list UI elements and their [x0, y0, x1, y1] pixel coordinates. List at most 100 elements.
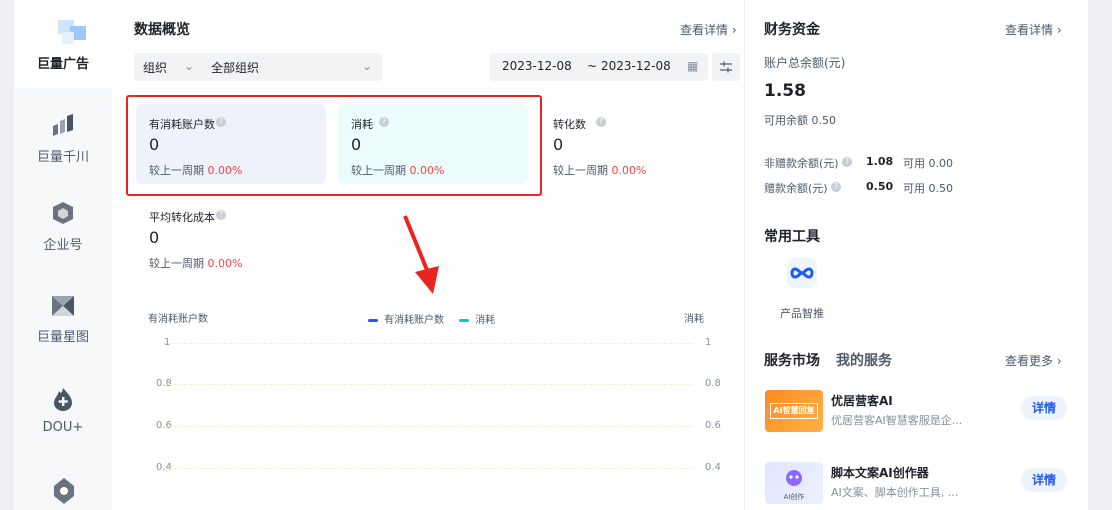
sidebar: 巨量广告 巨量千川 企业号 巨量星图 DOU+	[14, 0, 112, 510]
sidebar-item-label: 巨量星图	[36, 330, 89, 345]
finance-panel: 财务资金 查看详情 › 账户总余额(元) 1.58 可用余额 0.50 非赠款余…	[744, 0, 1088, 510]
metric-compare: 较上一周期 0.00%	[149, 257, 243, 270]
service-card[interactable]: AI创作 脚本文案AI创作器 AI文案、脚本创作工具, ... 详情	[765, 462, 1075, 510]
metric-change: 0.00%	[207, 257, 243, 270]
gridline	[164, 468, 692, 469]
metric-change: 0.00%	[611, 164, 647, 177]
more-link-label: 查看更多	[1005, 354, 1054, 368]
service-thumbnail: AI智慧回复	[765, 390, 823, 432]
metric-value: 0	[149, 228, 160, 247]
finance-details-link[interactable]: 查看详情 ›	[1005, 21, 1062, 38]
metric-card-conversions[interactable]: 转化数 ? 0 较上一周期 0.00%	[540, 104, 730, 184]
star-map-icon	[52, 296, 74, 316]
metric-label: 转化数	[553, 118, 586, 131]
sidebar-item-douplus[interactable]: DOU+	[14, 386, 112, 464]
location-icon	[54, 478, 74, 504]
tab-service-market[interactable]: 服务市场	[764, 350, 820, 370]
tab-my-services[interactable]: 我的服务	[836, 350, 892, 370]
data-overview-panel: 数据概览 查看详情 › 组织 ⌄ 全部组织 ⌄ 2023-12-08 ~ 202…	[112, 0, 744, 510]
nongift-balance-label: 非赠款余额(元)	[764, 157, 839, 170]
service-desc: AI文案、脚本创作工具, ...	[831, 486, 959, 499]
sidebar-item-qianchuan[interactable]: 巨量千川	[14, 112, 112, 190]
date-end: 2023-12-08	[601, 59, 671, 73]
thumbnail-text: AI智慧回复	[770, 403, 818, 419]
market-more-link[interactable]: 查看更多 ›	[1005, 352, 1062, 369]
hexagon-icon	[53, 202, 73, 224]
details-link-label: 查看详情	[1005, 23, 1054, 37]
gridline	[164, 384, 692, 385]
help-icon[interactable]: ?	[831, 182, 841, 192]
service-card[interactable]: AI智慧回复 优居营客AI 优居营客AI智慧客服是企... 详情	[765, 390, 1075, 440]
date-start: 2023-12-08	[502, 59, 572, 73]
service-details-button[interactable]: 详情	[1021, 468, 1067, 492]
help-icon[interactable]: ?	[216, 210, 226, 220]
service-thumbnail: AI创作	[765, 462, 823, 504]
tool-label: 产品智推	[780, 307, 824, 320]
chevron-right-icon: ›	[1056, 23, 1062, 37]
sidebar-item-label: 企业号	[43, 238, 83, 253]
total-balance-value: 1.58	[764, 81, 806, 101]
available-balance: 可用余额 0.50	[764, 114, 836, 127]
sidebar-item-enterprise[interactable]: 企业号	[14, 200, 112, 278]
chart-right-axis-title: 消耗	[684, 314, 704, 325]
nongift-balance-value: 1.08	[866, 155, 894, 168]
filter-settings-button[interactable]	[712, 53, 740, 81]
metric-card-avg-conversion-cost[interactable]: 平均转化成本 ? 0 较上一周期 0.00%	[136, 197, 326, 277]
chevron-down-icon: ⌄	[362, 59, 373, 73]
help-icon[interactable]: ?	[596, 117, 606, 127]
infinity-icon	[790, 267, 814, 279]
date-range-picker[interactable]: 2023-12-08 ~ 2023-12-08 ▦	[490, 53, 708, 81]
sliders-icon	[720, 61, 732, 73]
brand-item[interactable]: 巨量广告	[14, 0, 112, 88]
y-tick-right: 0.4	[705, 462, 721, 473]
flame-plus-icon	[54, 388, 72, 411]
sidebar-item-xingtu[interactable]: 巨量星图	[14, 292, 112, 370]
legend-item-spend[interactable]: 消耗	[459, 315, 495, 326]
chart-left-axis-title: 有消耗账户数	[148, 314, 208, 325]
gridline	[164, 343, 692, 344]
help-icon[interactable]: ?	[842, 157, 852, 167]
y-tick-right: 0.6	[705, 420, 721, 431]
service-name: 脚本文案AI创作器	[831, 466, 929, 480]
y-tick-right: 1	[705, 337, 712, 348]
overview-details-link[interactable]: 查看详情 ›	[680, 21, 737, 38]
date-separator: ~	[587, 59, 598, 73]
org-label: 组织	[143, 61, 168, 75]
bar-chart-icon	[53, 114, 73, 136]
metric-label: 平均转化成本	[149, 211, 215, 224]
legend-swatch	[459, 318, 470, 322]
sidebar-item-label: DOU+	[42, 420, 84, 435]
brand-label: 巨量广告	[36, 57, 89, 72]
metric-compare: 较上一周期 0.00%	[553, 164, 647, 177]
sparkle-robot-icon	[786, 470, 802, 486]
thumbnail-text: AI创作	[783, 493, 805, 501]
finance-title: 财务资金	[764, 22, 820, 38]
org-value: 全部组织	[211, 61, 260, 75]
sidebar-item-label: 巨量千川	[36, 150, 89, 165]
service-name: 优居营客AI	[831, 394, 893, 408]
chevron-right-icon: ›	[731, 23, 737, 37]
brand-logo-icon	[58, 20, 88, 46]
y-tick-right: 0.8	[705, 378, 721, 389]
org-select[interactable]: 组织 ⌄ 全部组织 ⌄	[134, 53, 382, 81]
legend-item-accounts[interactable]: 有消耗账户数	[368, 315, 444, 326]
calendar-icon: ▦	[687, 59, 699, 73]
annotation-arrow-icon	[403, 215, 439, 294]
gift-available: 可用 0.50	[903, 182, 953, 195]
service-details-button[interactable]: 详情	[1021, 396, 1067, 420]
nongift-available: 可用 0.00	[903, 157, 953, 170]
chevron-right-icon: ›	[1056, 354, 1062, 368]
legend-swatch	[368, 318, 378, 322]
total-balance-label: 账户总余额(元)	[764, 56, 846, 70]
annotation-highlight-box	[126, 95, 542, 196]
details-link-label: 查看详情	[680, 23, 729, 37]
gridline	[164, 426, 692, 427]
chevron-down-icon: ⌄	[184, 59, 195, 73]
chart-legend: 有消耗账户数 消耗	[368, 311, 495, 326]
overview-title: 数据概览	[134, 22, 190, 38]
gift-balance-value: 0.50	[866, 180, 894, 193]
gift-balance-label: 赠款余额(元)	[764, 182, 828, 195]
tool-product-smart-push[interactable]	[787, 258, 817, 288]
metric-value: 0	[553, 135, 564, 154]
service-desc: 优居营客AI智慧客服是企...	[831, 414, 963, 427]
